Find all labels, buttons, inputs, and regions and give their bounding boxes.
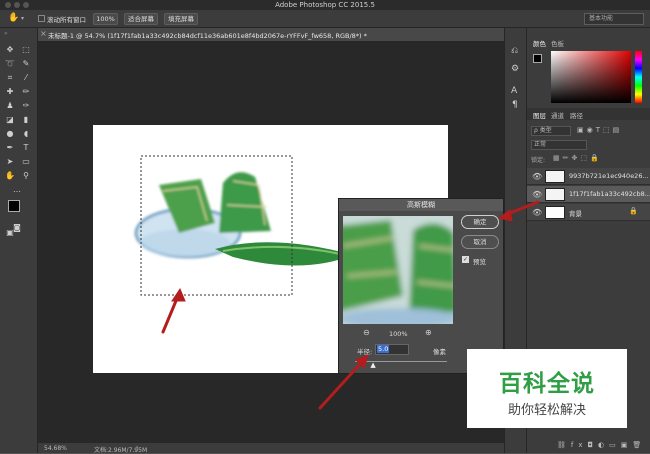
arrow-head-ok <box>497 209 513 222</box>
annotation-arrows <box>161 200 540 410</box>
arrow-to-radius <box>318 360 364 410</box>
arrow-head-selection <box>171 287 186 302</box>
